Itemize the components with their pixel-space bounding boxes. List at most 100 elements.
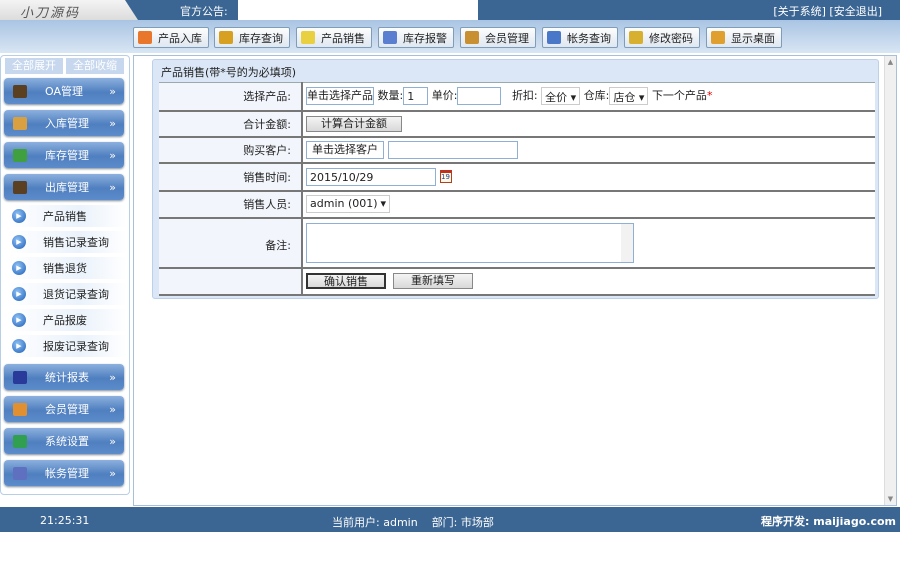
book-icon <box>219 31 233 44</box>
menu-label: 系统设置 <box>45 435 89 448</box>
subitem-label: 退货记录查询 <box>43 288 109 301</box>
chevron-down-icon: ▾ <box>380 197 386 210</box>
qty-input[interactable]: 1 <box>403 87 429 106</box>
chevron-double-right-icon: » <box>109 116 116 130</box>
vertical-scrollbar[interactable]: ▲ ▼ <box>884 56 896 505</box>
discount-label: 折扣: <box>511 89 538 103</box>
date-input[interactable]: 2015/10/29 <box>306 167 436 186</box>
collapse-all-button[interactable]: 全部收缩 <box>66 58 124 74</box>
seller-select[interactable]: admin (001) ▾ <box>306 195 390 213</box>
sidebar-menu-3[interactable]: 出库管理 » <box>4 174 124 200</box>
toolbar-button-label: 修改密码 <box>649 31 693 45</box>
oa-icon <box>13 84 27 98</box>
sidebar-subitem-1[interactable]: ▶ 销售记录查询 <box>9 231 127 253</box>
qty-label: 数量: <box>377 89 404 103</box>
scroll-down-icon[interactable]: ▼ <box>885 493 896 505</box>
confirm-sale-button[interactable]: 确认销售 <box>306 273 386 289</box>
stock-out-icon <box>13 180 27 194</box>
sale-form-table: 选择产品: 单击选择产品 数量: 1 单价: 折扣: 全价 ▾ 仓库: 店仓 ▾ 下… <box>159 82 875 296</box>
subitem-label: 销售记录查询 <box>43 236 109 249</box>
clock: 21:25:31 <box>40 514 90 527</box>
toolbar-button-6[interactable]: 修改密码 <box>624 27 700 48</box>
about-system-link[interactable]: [关于系统] <box>773 5 826 18</box>
play-bullet-icon: ▶ <box>12 313 26 327</box>
play-bullet-icon: ▶ <box>12 261 26 275</box>
toolbar-button-3[interactable]: 库存报警 <box>378 27 454 48</box>
warehouse-select[interactable]: 店仓 ▾ <box>609 87 649 106</box>
sidebar-subitem-5[interactable]: ▶ 报废记录查询 <box>9 335 127 357</box>
notice-label: 官方公告: <box>180 5 228 18</box>
developer-credit: 程序开发: maijiago.com <box>761 515 896 528</box>
sidebar-menu-0[interactable]: OA管理 » <box>4 78 124 104</box>
sidebar-menu2-2[interactable]: 系统设置 » <box>4 428 124 454</box>
play-bullet-icon: ▶ <box>12 287 26 301</box>
sidebar-menu2-1[interactable]: 会员管理 » <box>4 396 124 422</box>
accounts-icon <box>13 466 27 480</box>
customer-label: 购买客户: <box>159 136 303 164</box>
toolbar-button-5[interactable]: 帐务查询 <box>542 27 618 48</box>
calendar-icon[interactable]: 19 <box>439 170 452 183</box>
menu-label: 出库管理 <box>45 181 89 194</box>
sidebar-subitem-0[interactable]: ▶ 产品销售 <box>9 205 127 227</box>
toolbar-button-7[interactable]: 显示桌面 <box>706 27 782 48</box>
globe-icon <box>13 434 27 448</box>
sidebar-menu2-0[interactable]: 统计报表 » <box>4 364 124 390</box>
menu-label: 帐务管理 <box>45 467 89 480</box>
toolbar-button-2[interactable]: 产品销售 <box>296 27 372 48</box>
price-input[interactable] <box>457 87 502 106</box>
play-bullet-icon: ▶ <box>12 209 26 223</box>
chevron-double-right-icon: » <box>109 402 116 416</box>
sidebar-menu2-3[interactable]: 帐务管理 » <box>4 460 124 486</box>
sidebar-menu-1[interactable]: 入库管理 » <box>4 110 124 136</box>
menu-label: 会员管理 <box>45 403 89 416</box>
play-bullet-icon: ▶ <box>12 235 26 249</box>
chevron-down-icon: ▾ <box>638 91 645 105</box>
chevron-double-right-icon: » <box>109 180 116 194</box>
toolbar-button-label: 会员管理 <box>485 31 529 45</box>
sidebar-subitem-4[interactable]: ▶ 产品报废 <box>9 309 127 331</box>
chevron-double-right-icon: » <box>109 148 116 162</box>
expand-all-button[interactable]: 全部展开 <box>5 58 63 74</box>
top-bar: 小刀源码 官方公告: [关于系统] [安全退出] <box>0 0 900 20</box>
chevron-double-right-icon: » <box>109 370 116 384</box>
status-bar: 21:25:31 当前用户: admin 部门: 市场部 程序开发: maiji… <box>0 507 900 532</box>
discount-value: 全价 <box>545 91 568 105</box>
logout-link[interactable]: [安全退出] <box>829 5 882 18</box>
user-label: 当前用户: <box>332 516 380 529</box>
logo: 小刀源码 <box>0 0 138 20</box>
reset-button[interactable]: 重新填写 <box>393 273 473 289</box>
toolbar-button-1[interactable]: 库存查询 <box>214 27 290 48</box>
subitem-label: 产品销售 <box>43 210 87 223</box>
subitem-label: 销售退货 <box>43 262 87 275</box>
sidebar-subitem-2[interactable]: ▶ 销售退货 <box>9 257 127 279</box>
price-label: 单价: <box>431 89 458 103</box>
sidebar-menu-2[interactable]: 库存管理 » <box>4 142 124 168</box>
desktop-icon <box>711 31 725 44</box>
customer-input[interactable] <box>387 140 518 159</box>
select-product-button[interactable]: 单击选择产品 <box>306 87 374 106</box>
warehouse-value: 店仓 <box>613 91 636 105</box>
toolbar-button-label: 显示桌面 <box>731 31 775 45</box>
textarea-scrollbar[interactable] <box>621 223 633 262</box>
select-customer-button[interactable]: 单击选择客户 <box>306 140 384 159</box>
dept-label: 部门: <box>431 516 458 529</box>
sidebar-subitem-3[interactable]: ▶ 退货记录查询 <box>9 283 127 305</box>
chevron-down-icon: ▾ <box>570 91 577 105</box>
speaker-icon <box>383 31 397 44</box>
calc-total-button[interactable]: 计算合计金额 <box>306 115 402 132</box>
toolbar-button-0[interactable]: 产品入库 <box>133 27 209 48</box>
menu-label: 统计报表 <box>45 371 89 384</box>
total-label: 合计金额: <box>159 110 303 138</box>
remark-textarea[interactable] <box>306 222 634 263</box>
select-product-label: 选择产品: <box>159 82 303 112</box>
member-card-icon <box>465 31 479 44</box>
toolbar-button-label: 产品入库 <box>158 31 202 45</box>
discount-select[interactable]: 全价 ▾ <box>541 87 581 106</box>
toolbar-button-4[interactable]: 会员管理 <box>460 27 536 48</box>
member-icon <box>13 402 27 416</box>
tag-icon <box>301 31 315 44</box>
key-icon <box>629 31 643 44</box>
chevron-double-right-icon: » <box>109 84 116 98</box>
scroll-up-icon[interactable]: ▲ <box>885 56 896 68</box>
next-product-link[interactable]: 下一个产品 <box>652 89 707 102</box>
